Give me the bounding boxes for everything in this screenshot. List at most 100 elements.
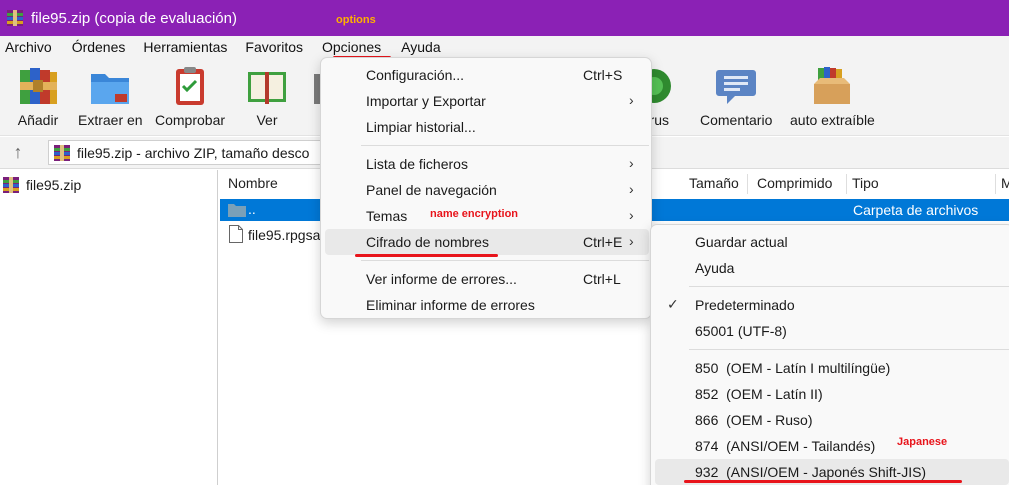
view-button[interactable]: Ver bbox=[245, 64, 289, 128]
menu-favoritos[interactable]: Favoritos bbox=[245, 39, 312, 55]
submenu-item-850[interactable]: 850 (OEM - Latín I multilíngüe) bbox=[655, 355, 1009, 381]
up-arrow-icon[interactable]: ↑ bbox=[8, 142, 28, 162]
chevron-right-icon: › bbox=[629, 92, 634, 108]
annotation-name-encryption: name encryption bbox=[430, 208, 519, 220]
path-text: file95.zip - archivo ZIP, tamaño desco bbox=[77, 144, 310, 161]
zip-archive-icon bbox=[3, 177, 19, 193]
menu-ordenes[interactable]: Órdenes bbox=[72, 39, 135, 55]
menu-item-shortcut: Ctrl+E bbox=[583, 234, 623, 250]
menu-ayuda[interactable]: Ayuda bbox=[401, 39, 449, 55]
menu-item-importar-exportar[interactable]: Importar y Exportar › bbox=[325, 88, 649, 114]
submenu-item-866[interactable]: 866 (OEM - Ruso) bbox=[655, 407, 1009, 433]
row-name: .. bbox=[248, 201, 256, 217]
submenu-item-874[interactable]: 874 (ANSI/OEM - Tailandés) bbox=[655, 433, 1009, 459]
menu-item-label: Importar y Exportar bbox=[366, 93, 486, 109]
menu-item-cifrado-nombres[interactable]: Cifrado de nombres Ctrl+E › bbox=[325, 229, 649, 255]
submenu-item-label: 65001 (UTF-8) bbox=[695, 323, 787, 339]
menu-item-lista-ficheros[interactable]: Lista de ficheros › bbox=[325, 151, 649, 177]
add-button[interactable]: Añadir bbox=[16, 64, 60, 128]
menu-herramientas[interactable]: Herramientas bbox=[143, 39, 236, 55]
column-header-modified[interactable]: M bbox=[1001, 175, 1009, 191]
test-button[interactable]: Comprobar bbox=[155, 64, 225, 128]
comment-icon bbox=[716, 70, 757, 104]
tree-item-root[interactable]: file95.zip bbox=[2, 176, 81, 194]
menu-item-label: Eliminar informe de errores bbox=[366, 297, 535, 313]
navigation-tree: file95.zip bbox=[0, 170, 218, 485]
encoding-submenu: Guardar actual Ayuda ✓ Predeterminado 65… bbox=[650, 224, 1009, 485]
checkmark-icon: ✓ bbox=[667, 296, 679, 312]
chevron-right-icon: › bbox=[629, 181, 634, 197]
menu-item-shortcut: Ctrl+S bbox=[583, 67, 623, 83]
submenu-item-label: 932 (ANSI/OEM - Japonés Shift-JIS) bbox=[695, 464, 927, 480]
window-title: file95.zip (copia de evaluación) bbox=[31, 9, 237, 27]
row-name: file95.rpgsa bbox=[248, 227, 321, 243]
menu-bar: Archivo Órdenes Herramientas Favoritos O… bbox=[0, 36, 1009, 58]
zip-archive-icon bbox=[54, 144, 70, 161]
menu-item-configuracion[interactable]: Configuración... Ctrl+S bbox=[325, 62, 649, 88]
menu-separator bbox=[689, 349, 1009, 350]
open-book-icon bbox=[248, 72, 286, 104]
submenu-item-852[interactable]: 852 (OEM - Latín II) bbox=[655, 381, 1009, 407]
menu-item-label: Temas bbox=[366, 208, 408, 224]
submenu-item-predeterminado[interactable]: ✓ Predeterminado bbox=[655, 292, 1009, 318]
menu-item-label: Configuración... bbox=[366, 67, 465, 83]
menu-item-shortcut: Ctrl+L bbox=[583, 271, 621, 287]
submenu-item-label: 874 (ANSI/OEM - Tailandés) bbox=[695, 438, 876, 454]
menu-separator bbox=[361, 145, 649, 146]
submenu-item-label: Predeterminado bbox=[695, 297, 795, 313]
menu-item-limpiar-historial[interactable]: Limpiar historial... bbox=[325, 114, 649, 140]
extract-to-button[interactable]: Extraer en bbox=[78, 64, 143, 128]
submenu-item-label: 852 (OEM - Latín II) bbox=[695, 386, 823, 402]
column-header-type[interactable]: Tipo bbox=[852, 175, 879, 191]
row-type: Carpeta de archivos bbox=[853, 202, 979, 218]
winrar-app-icon bbox=[7, 10, 23, 26]
menu-item-label: Panel de navegación bbox=[366, 182, 497, 198]
column-divider[interactable] bbox=[846, 174, 847, 194]
options-menu: Configuración... Ctrl+S Importar y Expor… bbox=[320, 57, 652, 319]
add-button-label: Añadir bbox=[17, 112, 59, 128]
menu-separator bbox=[689, 286, 1009, 287]
submenu-item-label: Guardar actual bbox=[695, 234, 788, 250]
chevron-right-icon: › bbox=[629, 155, 634, 171]
column-divider[interactable] bbox=[995, 174, 996, 194]
sfx-button-label: auto extraíble bbox=[790, 112, 875, 128]
comment-button-label: Comentario bbox=[700, 112, 773, 128]
submenu-item-ayuda[interactable]: Ayuda bbox=[655, 255, 1009, 281]
annotation-underline-932 bbox=[684, 480, 962, 483]
submenu-item-label: Ayuda bbox=[695, 260, 735, 276]
tree-item-label: file95.zip bbox=[26, 177, 82, 193]
column-divider[interactable] bbox=[747, 174, 748, 194]
menu-archivo[interactable]: Archivo bbox=[5, 39, 61, 55]
menu-item-panel-navegacion[interactable]: Panel de navegación › bbox=[325, 177, 649, 203]
menu-item-label: Ver informe de errores... bbox=[366, 271, 517, 287]
comment-button[interactable]: Comentario bbox=[700, 64, 772, 128]
annotation-japanese: Japanese bbox=[897, 436, 948, 448]
column-header-name[interactable]: Nombre bbox=[228, 175, 278, 191]
submenu-item-guardar-actual[interactable]: Guardar actual bbox=[655, 229, 1009, 255]
chevron-right-icon: › bbox=[629, 233, 634, 249]
annotation-underline-cifrado bbox=[355, 254, 498, 257]
clipboard-check-icon bbox=[176, 67, 205, 105]
menu-item-label: Limpiar historial... bbox=[366, 119, 476, 135]
menu-separator bbox=[361, 260, 649, 261]
extract-to-button-label: Extraer en bbox=[78, 112, 143, 128]
annotation-options: options bbox=[336, 14, 376, 26]
menu-opciones[interactable]: Opciones bbox=[322, 39, 390, 55]
folder-extract-icon bbox=[91, 74, 130, 104]
menu-item-ver-informe[interactable]: Ver informe de errores... Ctrl+L bbox=[325, 266, 649, 292]
menu-item-eliminar-informe[interactable]: Eliminar informe de errores bbox=[325, 292, 649, 318]
menu-item-label: Cifrado de nombres bbox=[366, 234, 489, 250]
books-add-icon bbox=[20, 68, 57, 104]
title-bar: file95.zip (copia de evaluación) bbox=[0, 0, 1009, 36]
chevron-right-icon: › bbox=[629, 207, 634, 223]
submenu-item-label: 850 (OEM - Latín I multilíngüe) bbox=[695, 360, 891, 376]
test-button-label: Comprobar bbox=[155, 112, 226, 128]
submenu-item-utf8[interactable]: 65001 (UTF-8) bbox=[655, 318, 1009, 344]
menu-item-label: Lista de ficheros bbox=[366, 156, 468, 172]
submenu-item-label: 866 (OEM - Ruso) bbox=[695, 412, 813, 428]
folder-icon bbox=[228, 204, 246, 217]
sfx-box-icon bbox=[814, 67, 851, 104]
column-header-packed[interactable]: Comprimido bbox=[757, 175, 832, 191]
column-header-size[interactable]: Tamaño bbox=[689, 175, 739, 191]
sfx-button[interactable]: auto extraíble bbox=[790, 64, 875, 128]
